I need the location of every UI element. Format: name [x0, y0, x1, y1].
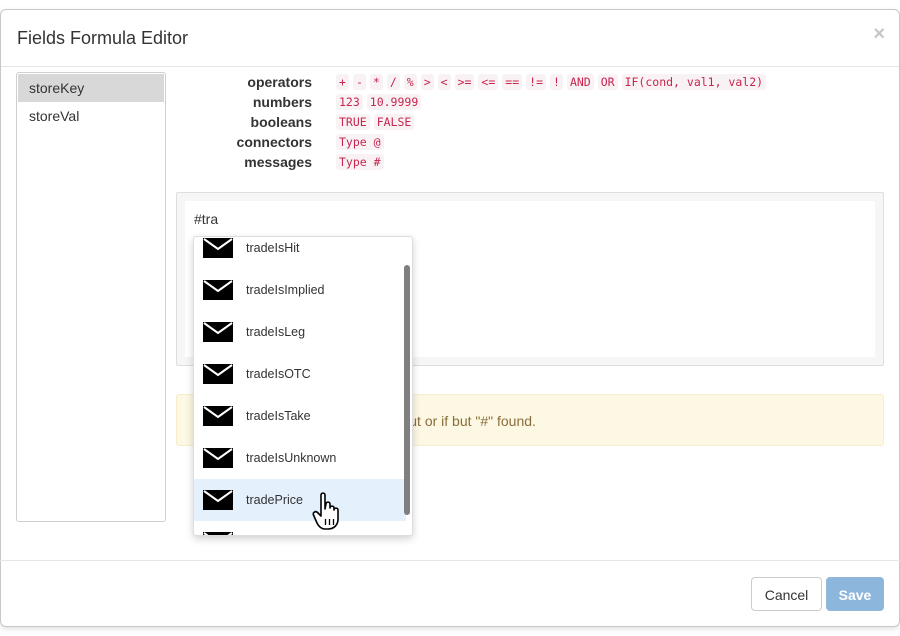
syntax-row-connectors: connectors Type @ — [176, 132, 884, 152]
field-item-storeval[interactable]: storeVal — [18, 102, 164, 130]
syntax-token: IF(cond, val1, val2) — [621, 74, 767, 90]
syntax-label-operators: operators — [247, 74, 312, 90]
number-tokens: 123 10.9999 — [336, 93, 425, 111]
syntax-label-booleans: booleans — [250, 114, 312, 130]
dialog-header: Fields Formula Editor × — [1, 10, 899, 67]
autocomplete-item-label: tradeIsUnknown — [246, 451, 337, 465]
autocomplete-item-label: tradePrice — [246, 493, 303, 507]
autocomplete-dropdown[interactable]: tradeIsHit tradeIsImplied tradeIsLeg tra… — [193, 236, 413, 536]
syntax-token: > — [420, 74, 434, 90]
syntax-token: / — [386, 74, 400, 90]
autocomplete-item-label: tradeIsLeg — [246, 325, 306, 339]
syntax-token: < — [437, 74, 451, 90]
syntax-label-connectors: connectors — [236, 134, 312, 150]
close-button[interactable]: × — [873, 24, 885, 44]
mail-icon — [203, 406, 233, 426]
field-item-storekey[interactable]: storeKey — [18, 74, 164, 102]
syntax-token: Type # — [336, 154, 384, 170]
mail-icon — [203, 532, 233, 535]
mail-icon — [203, 322, 233, 342]
autocomplete-item-tradeishit[interactable]: tradeIsHit — [194, 237, 406, 269]
syntax-token: TRUE — [336, 114, 370, 130]
mail-icon — [203, 364, 233, 384]
syntax-token: % — [403, 74, 417, 90]
syntax-token: OR — [597, 74, 618, 90]
dialog-footer: Cancel Save — [0, 560, 900, 627]
dropdown-scrollbar[interactable] — [404, 265, 410, 515]
formula-text: #tra — [194, 211, 219, 227]
syntax-label-messages: messages — [244, 154, 312, 170]
syntax-token: >= — [454, 74, 475, 90]
autocomplete-item-label: tradeIsOTC — [246, 367, 311, 381]
syntax-token: <= — [478, 74, 499, 90]
cancel-button[interactable]: Cancel — [751, 577, 822, 611]
autocomplete-item-tradeistake[interactable]: tradeIsTake — [194, 395, 406, 437]
boolean-tokens: TRUE FALSE — [336, 113, 418, 131]
autocomplete-item-tradeisotc[interactable]: tradeIsOTC — [194, 353, 406, 395]
autocomplete-item-tradeisunknown[interactable]: tradeIsUnknown — [194, 437, 406, 479]
syntax-token: - — [352, 74, 366, 90]
syntax-row-numbers: numbers 123 10.9999 — [176, 92, 884, 112]
autocomplete-list: tradeIsHit tradeIsImplied tradeIsLeg tra… — [194, 237, 406, 535]
field-list: storeKey storeVal — [16, 72, 166, 522]
syntax-token: != — [526, 74, 546, 90]
hand-cursor-icon — [312, 492, 339, 530]
mail-icon — [203, 490, 233, 510]
syntax-token: 10.9999 — [366, 94, 422, 110]
autocomplete-item-partial[interactable] — [194, 521, 406, 535]
autocomplete-item-tradeisleg[interactable]: tradeIsLeg — [194, 311, 406, 353]
syntax-token: + — [336, 74, 349, 90]
syntax-token: * — [369, 74, 383, 90]
operator-tokens: + - * /% > < >= <= == !=! AND OR IF(cond, val1, val2… — [336, 73, 770, 91]
syntax-token: AND — [566, 74, 594, 90]
save-button[interactable]: Save — [826, 577, 884, 611]
syntax-token: Type @ — [336, 134, 384, 150]
mail-icon — [203, 238, 233, 258]
connector-tokens: Type @ — [336, 133, 388, 151]
syntax-row-operators: operators + - * /% > < >= <= == !=! AND OR IF(cond, … — [176, 72, 884, 92]
autocomplete-item-label: tradeIsImplied — [246, 283, 325, 297]
message-tokens: Type # — [336, 153, 388, 171]
mail-icon — [203, 448, 233, 468]
autocomplete-item-tradeisimplied[interactable]: tradeIsImplied — [194, 269, 406, 311]
syntax-label-numbers: numbers — [252, 94, 312, 110]
syntax-token: FALSE — [373, 114, 415, 130]
syntax-token: == — [502, 74, 523, 90]
autocomplete-item-label: tradeIsTake — [246, 409, 311, 423]
syntax-token: 123 — [336, 94, 363, 110]
autocomplete-item-tradeprice[interactable]: tradePrice — [194, 479, 406, 521]
syntax-token: ! — [550, 74, 563, 90]
dialog-title: Fields Formula Editor — [17, 28, 189, 48]
syntax-row-booleans: booleans TRUE FALSE — [176, 112, 884, 132]
autocomplete-item-label: tradeIsHit — [246, 241, 300, 255]
syntax-row-messages: messages Type # — [176, 152, 884, 172]
syntax-reference: operators + - * /% > < >= <= == !=! AND OR IF(cond, … — [176, 72, 884, 172]
mail-icon — [203, 280, 233, 300]
